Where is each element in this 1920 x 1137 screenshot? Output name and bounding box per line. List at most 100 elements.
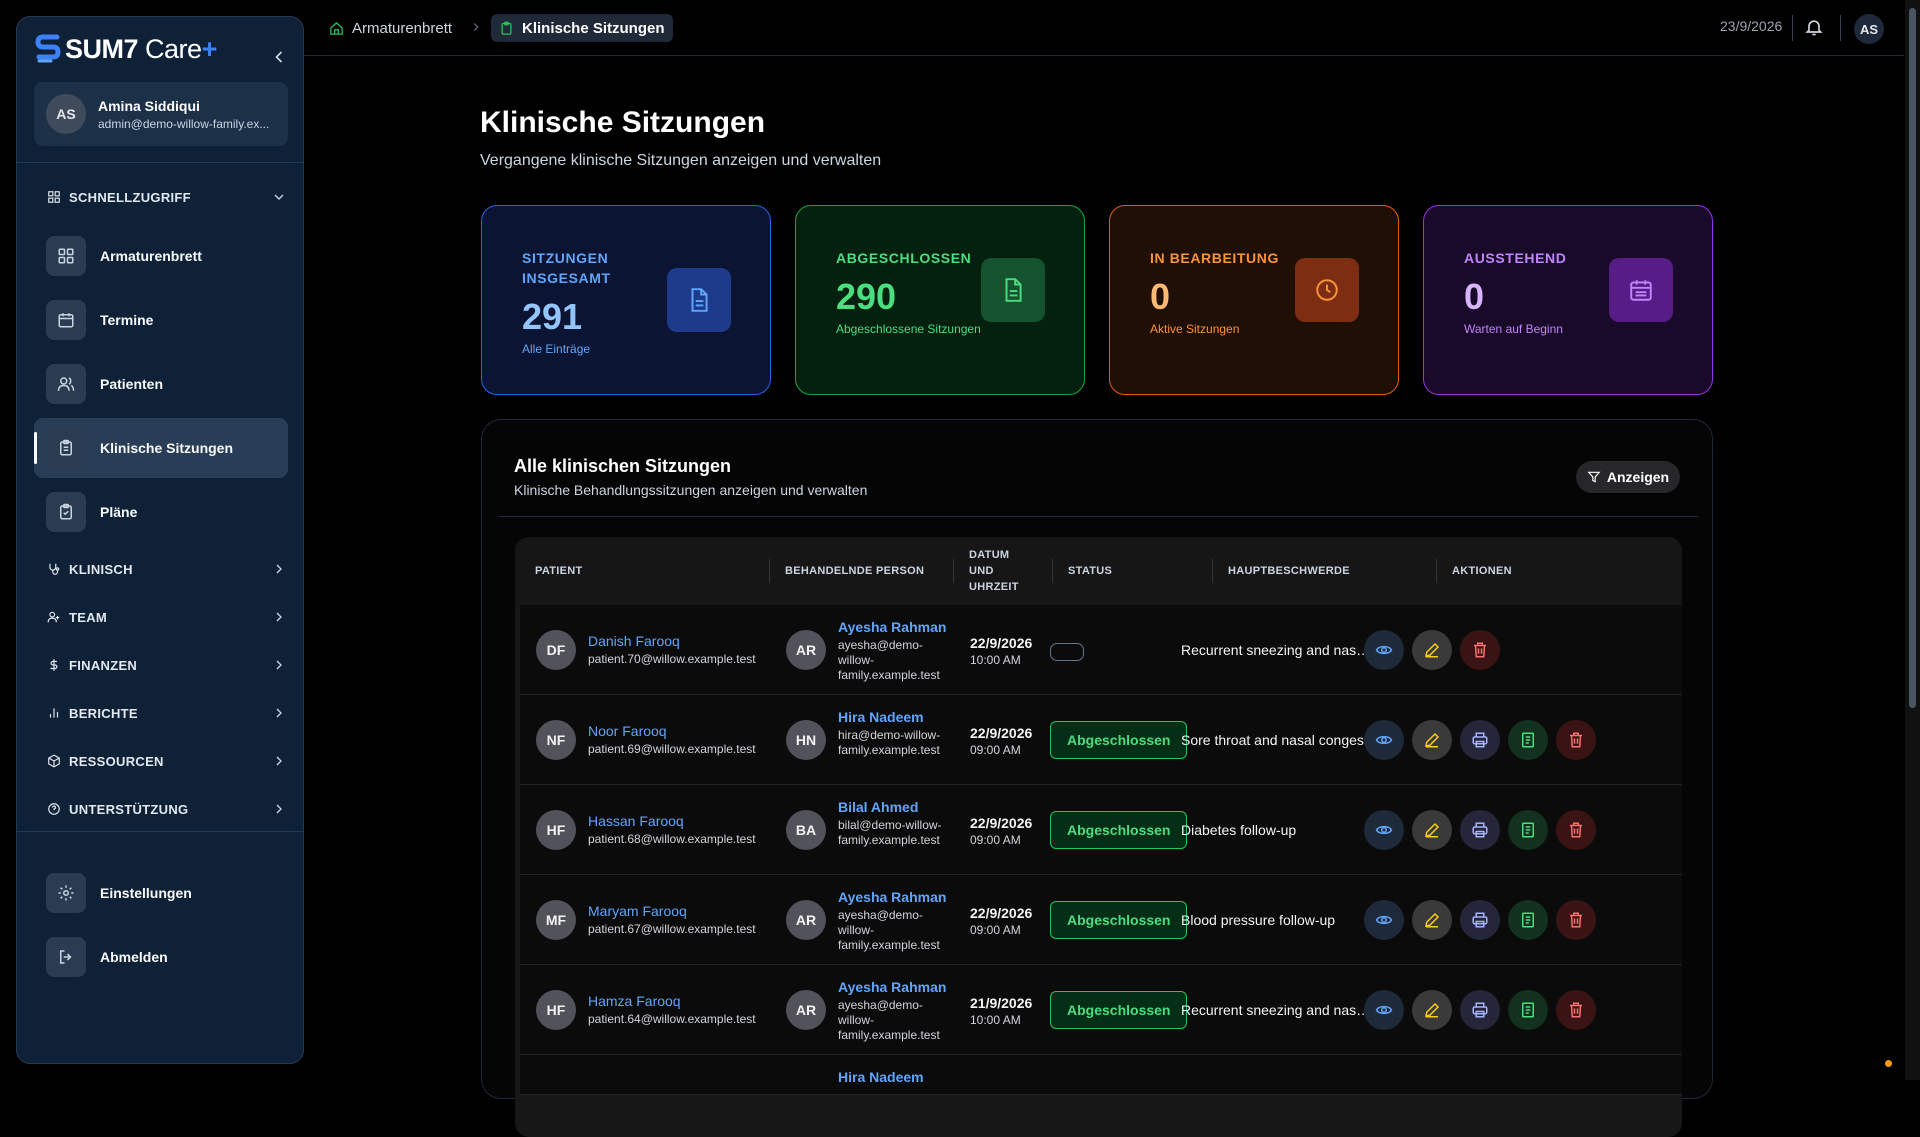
chevron-left-icon [275, 51, 283, 63]
practitioner-name-link[interactable]: Ayesha Rahman [838, 619, 946, 635]
scroll-thumb[interactable] [1909, 8, 1916, 708]
view-button[interactable] [1364, 900, 1404, 940]
document-text-icon [1522, 732, 1534, 748]
report-button[interactable] [1508, 990, 1548, 1030]
practitioner-name-link[interactable]: Hira Nadeem [838, 1069, 924, 1085]
avatar: NF [536, 720, 576, 760]
practitioner-name-link[interactable]: Ayesha Rahman [838, 889, 946, 905]
patient-name-link[interactable]: Hamza Farooq [588, 993, 681, 1009]
session-date: 22/9/2026 [970, 635, 1033, 651]
document-icon [667, 268, 731, 332]
report-button[interactable] [1508, 810, 1548, 850]
sidebar-item-plaene[interactable]: Pläne [34, 482, 288, 542]
filter-button[interactable]: Anzeigen [1576, 461, 1680, 493]
sidebar-item-abmelden[interactable]: Abmelden [34, 927, 288, 987]
stethoscope-icon [49, 563, 60, 575]
print-button[interactable] [1460, 810, 1500, 850]
section-label: RESSOURCEN [69, 753, 164, 769]
breadcrumb-klinische-sitzungen[interactable]: Klinische Sitzungen [491, 14, 673, 42]
column-header-actions: AKTIONEN [1452, 565, 1512, 577]
stat-label: IN BEARBEITUNG [1150, 250, 1279, 266]
print-button[interactable] [1460, 900, 1500, 940]
avatar: HN [786, 720, 826, 760]
section-label: UNTERSTÜTZUNG [69, 801, 189, 817]
pencil-icon [1425, 732, 1440, 748]
delete-button[interactable] [1556, 720, 1596, 760]
avatar: AR [786, 990, 826, 1030]
stat-sub: Aktive Sitzungen [1150, 322, 1240, 336]
edit-button[interactable] [1412, 720, 1452, 760]
status-badge: Abgeschlossen [1050, 721, 1188, 759]
sidebar-section-klinisch[interactable]: KLINISCH [47, 559, 287, 579]
practitioner-email: ayesha@demo-willow-family.example.test [838, 638, 940, 682]
trash-icon [1570, 912, 1582, 928]
practitioner-name-link[interactable]: Bilal Ahmed [838, 799, 918, 815]
report-button[interactable] [1508, 900, 1548, 940]
table-row[interactable]: HF Hassan Farooq patient.68@willow.examp… [520, 785, 1682, 875]
report-button[interactable] [1508, 720, 1548, 760]
divider [769, 559, 770, 583]
stat-label: AUSSTEHEND [1464, 250, 1567, 266]
stat-card-completed: ABGESCHLOSSEN 290 Abgeschlossene Sitzung… [795, 205, 1085, 395]
patient-name-link[interactable]: Maryam Farooq [588, 903, 687, 919]
breadcrumb-armaturenbrett[interactable]: Armaturenbrett [321, 14, 460, 42]
delete-button[interactable] [1460, 630, 1500, 670]
collapse-sidebar-button[interactable] [269, 47, 289, 67]
divider [953, 559, 954, 583]
delete-button[interactable] [1556, 900, 1596, 940]
practitioner-name-link[interactable]: Ayesha Rahman [838, 979, 946, 995]
scrollbar[interactable] [1905, 0, 1920, 1080]
patient-name-link[interactable]: Hassan Farooq [588, 813, 684, 829]
edit-button[interactable] [1412, 810, 1452, 850]
stat-card-pending: AUSSTEHEND 0 Warten auf Beginn [1423, 205, 1713, 395]
sidebar-item-termine[interactable]: Termine [34, 290, 288, 350]
sidebar-item-armaturenbrett[interactable]: Armaturenbrett [34, 226, 288, 286]
quick-access-toggle[interactable]: SCHNELLZUGRIFF [47, 187, 287, 207]
logo-mark-icon [35, 34, 61, 63]
view-button[interactable] [1364, 720, 1404, 760]
avatar[interactable]: AS [1854, 14, 1884, 44]
table-row[interactable]: HF Hamza Farooq patient.64@willow.exampl… [520, 965, 1682, 1055]
printer-icon [1472, 912, 1488, 928]
patient-name-link[interactable]: Noor Farooq [588, 723, 667, 739]
panel-title: Alle klinischen Sitzungen [514, 456, 732, 476]
brand-logo[interactable]: SUM7 Care+ [35, 33, 217, 65]
table-row[interactable]: MF Maryam Farooq patient.67@willow.examp… [520, 875, 1682, 965]
user-group-icon [47, 611, 60, 623]
divider [17, 162, 303, 163]
sidebar-section-unterstuetzung[interactable]: UNTERSTÜTZUNG [47, 799, 287, 819]
print-button[interactable] [1460, 990, 1500, 1030]
view-button[interactable] [1364, 630, 1404, 670]
sidebar-item-patienten[interactable]: Patienten [34, 354, 288, 414]
sidebar-section-berichte[interactable]: BERICHTE [47, 703, 287, 723]
patient-email: patient.69@willow.example.test [588, 742, 756, 756]
eye-icon [1375, 915, 1393, 925]
eye-icon [1375, 825, 1393, 835]
view-button[interactable] [1364, 990, 1404, 1030]
avatar: AR [786, 630, 826, 670]
patient-name-link[interactable]: Danish Farooq [588, 633, 680, 649]
user-card[interactable]: AS Amina Siddiqui admin@demo-willow-fami… [34, 82, 288, 146]
user-name: Amina Siddiqui [98, 97, 200, 114]
practitioner-name-link[interactable]: Hira Nadeem [838, 709, 924, 725]
bell-icon[interactable] [1804, 17, 1824, 37]
table-row[interactable]: Hira Nadeem [520, 1055, 1682, 1095]
status-badge: Abgeschlossen [1050, 901, 1188, 939]
print-button[interactable] [1460, 720, 1500, 760]
edit-button[interactable] [1412, 630, 1452, 670]
sidebar-section-team[interactable]: TEAM [47, 607, 287, 627]
table-row[interactable]: NF Noor Farooq patient.69@willow.example… [520, 695, 1682, 785]
topbar: Armaturenbrett Klinische Sitzungen 23/9/… [304, 0, 1904, 56]
sidebar-item-einstellungen[interactable]: Einstellungen [34, 863, 288, 923]
table-row[interactable]: DF Danish Farooq patient.70@willow.examp… [520, 605, 1682, 695]
delete-button[interactable] [1556, 810, 1596, 850]
column-header-patient: PATIENT [535, 565, 583, 577]
edit-button[interactable] [1412, 990, 1452, 1030]
edit-button[interactable] [1412, 900, 1452, 940]
sidebar-section-ressourcen[interactable]: RESSOURCEN [47, 751, 287, 771]
stat-card-in-progress: IN BEARBEITUNG 0 Aktive Sitzungen [1109, 205, 1399, 395]
delete-button[interactable] [1556, 990, 1596, 1030]
view-button[interactable] [1364, 810, 1404, 850]
sidebar-item-klinische-sitzungen[interactable]: Klinische Sitzungen [34, 418, 288, 478]
sidebar-section-finanzen[interactable]: FINANZEN [47, 655, 287, 675]
